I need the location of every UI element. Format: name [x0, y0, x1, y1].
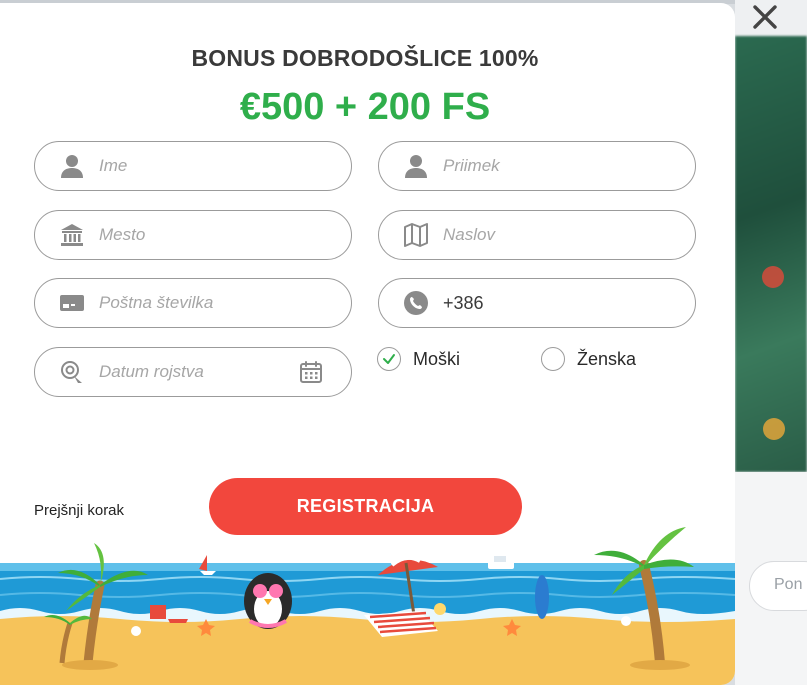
bonus-title: BONUS DOBRODOŠLICE 100% — [191, 45, 539, 71]
background-game-banner — [735, 36, 807, 472]
postal-code-input[interactable] — [99, 293, 299, 313]
calendar-icon[interactable] — [299, 360, 323, 384]
birth-date-input[interactable] — [99, 362, 299, 382]
phone-icon — [403, 290, 429, 316]
background-decor — [762, 266, 784, 288]
gender-male-option[interactable]: Moški — [377, 347, 460, 371]
male-label: Moški — [413, 348, 461, 369]
last-name-field[interactable] — [378, 141, 696, 191]
female-radio[interactable] — [541, 347, 565, 371]
postal-code-field[interactable] — [34, 278, 352, 328]
registration-modal: BONUS DOBRODOŠLICE 100% €500 + 200 FS Im… — [0, 3, 735, 685]
phone-field[interactable] — [378, 278, 696, 328]
background-button: Pon — [749, 561, 807, 611]
first-name-input[interactable] — [99, 156, 299, 176]
city-field[interactable] — [34, 210, 352, 260]
female-label: Ženska — [577, 348, 637, 369]
card-icon — [59, 290, 85, 316]
first-name-field[interactable] — [34, 141, 352, 191]
check-icon — [383, 354, 395, 364]
previous-step-link[interactable]: Prejšnji korak — [34, 502, 124, 519]
address-field[interactable] — [378, 210, 696, 260]
map-icon — [403, 222, 429, 248]
male-radio[interactable] — [377, 347, 401, 371]
user-icon — [403, 153, 429, 179]
birth-date-field[interactable] — [34, 347, 352, 397]
address-input[interactable] — [443, 225, 643, 245]
close-button[interactable] — [750, 2, 780, 32]
phone-input[interactable] — [443, 292, 643, 314]
close-icon — [753, 5, 777, 29]
last-name-input[interactable] — [443, 156, 643, 176]
beach-illustration — [0, 527, 735, 685]
birthday-icon — [59, 359, 85, 385]
city-input[interactable] — [99, 225, 299, 245]
bank-icon — [59, 222, 85, 248]
gender-female-option[interactable]: Ženska — [541, 347, 636, 371]
user-icon — [59, 153, 85, 179]
background-coin — [763, 418, 785, 440]
bonus-amount: €500 + 200 FS — [239, 86, 491, 128]
